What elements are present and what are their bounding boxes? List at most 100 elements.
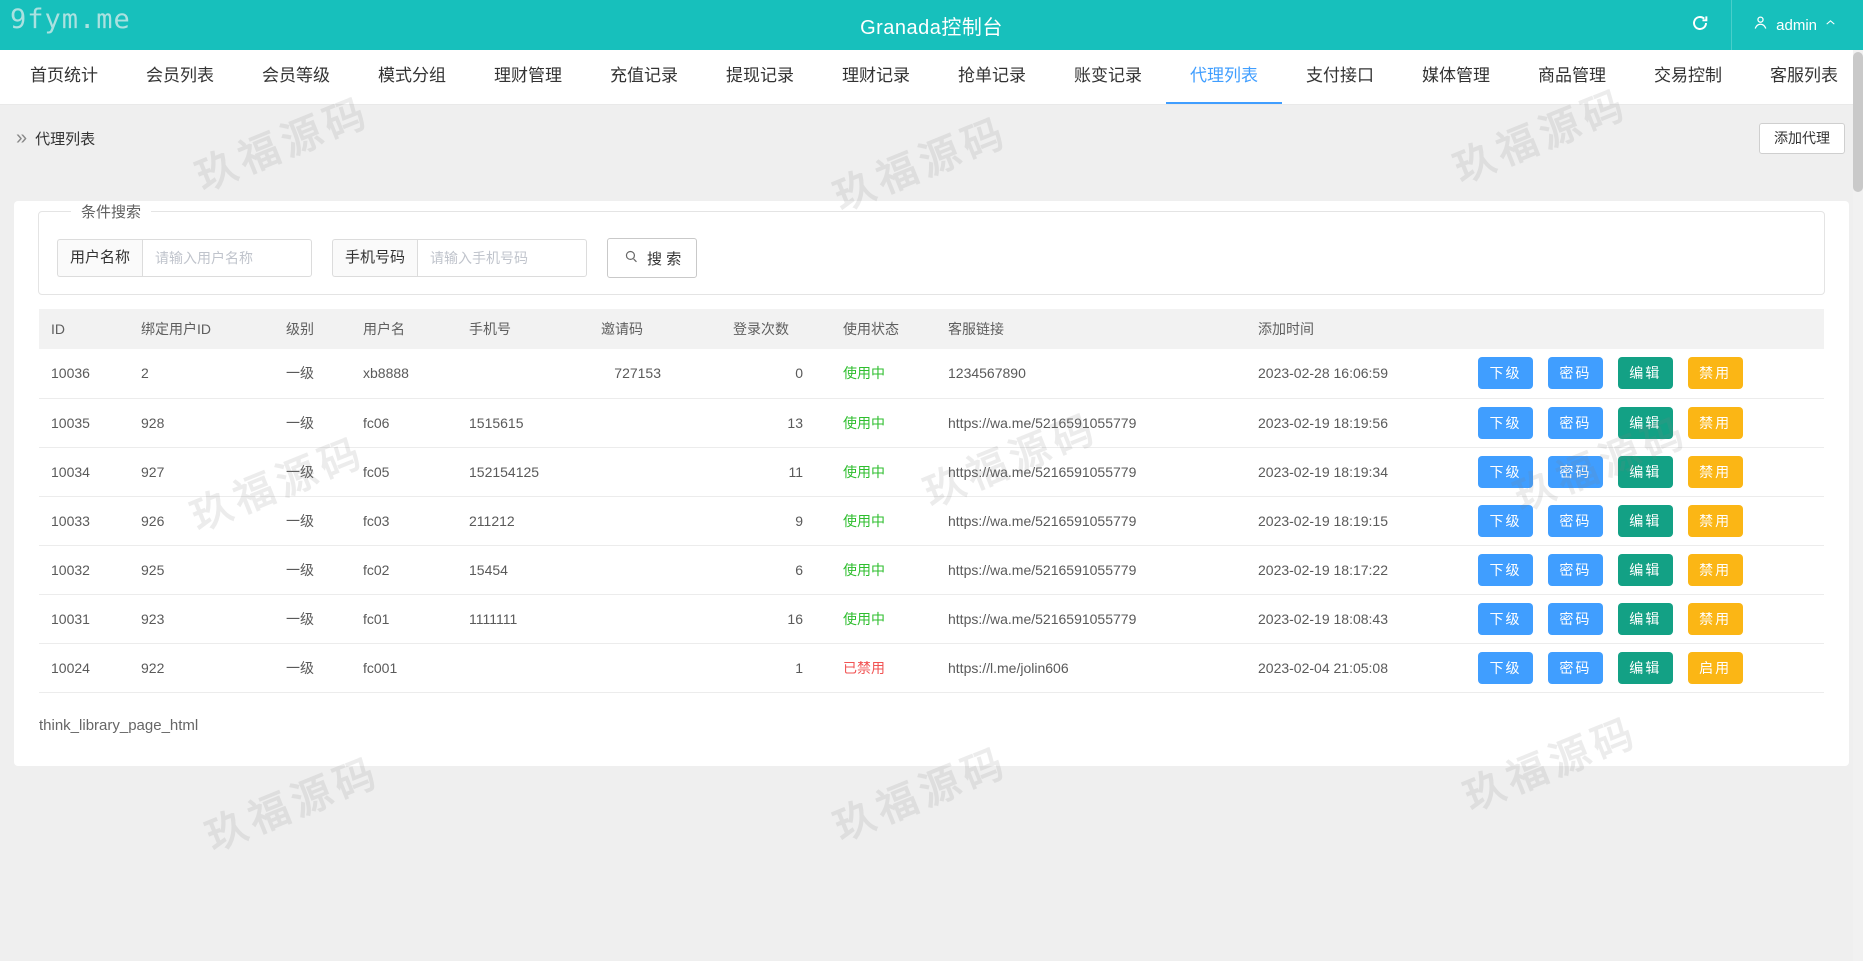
cell-created-at: 2023-02-04 21:05:08 (1246, 643, 1466, 692)
nav-tab-12[interactable]: 支付接口 (1282, 50, 1398, 104)
table-row: 10035 928 一级 fc06 1515615 13 使用中 https:/… (39, 398, 1824, 447)
cell-phone (457, 349, 589, 398)
table-row: 10031 923 一级 fc01 1111111 16 使用中 https:/… (39, 594, 1824, 643)
edit-button[interactable]: 编辑 (1618, 505, 1673, 537)
password-button[interactable]: 密码 (1548, 603, 1603, 635)
nav-tab-3[interactable]: 会员等级 (238, 50, 354, 104)
main-card: 条件搜索 用户名称 手机号码 搜 索 (14, 201, 1849, 766)
nav-tab-10[interactable]: 账变记录 (1050, 50, 1166, 104)
password-button[interactable]: 密码 (1548, 456, 1603, 488)
cell-bind-user-id: 922 (129, 643, 274, 692)
cell-created-at: 2023-02-19 18:08:43 (1246, 594, 1466, 643)
nav-tabs: 首页统计会员列表会员等级模式分组理财管理充值记录提现记录理财记录抢单记录账变记录… (0, 50, 1863, 105)
phone-input[interactable] (417, 239, 587, 277)
toggle-status-button[interactable]: 启用 (1688, 652, 1743, 684)
column-header: 手机号 (457, 309, 589, 349)
agents-table-wrap: ID绑定用户ID级别用户名手机号邀请码登录次数使用状态客服链接添加时间 1003… (39, 309, 1824, 693)
scrollbar-thumb[interactable] (1853, 52, 1863, 192)
sub-agent-button[interactable]: 下级 (1478, 407, 1533, 439)
chevron-up-icon (1824, 16, 1837, 34)
cell-service-link: https://wa.me/5216591055779 (936, 496, 1246, 545)
toggle-status-button[interactable]: 禁用 (1688, 357, 1743, 389)
nav-tab-11[interactable]: 代理列表 (1166, 50, 1282, 104)
search-panel-legend: 条件搜索 (71, 201, 151, 222)
refresh-button[interactable] (1669, 0, 1731, 50)
nav-tab-15[interactable]: 交易控制 (1630, 50, 1746, 104)
refresh-icon (1691, 14, 1709, 37)
column-header (1466, 309, 1824, 349)
cell-actions: 下级 密码 编辑 禁用 (1466, 496, 1824, 545)
column-header: 使用状态 (831, 309, 936, 349)
sub-agent-button[interactable]: 下级 (1478, 505, 1533, 537)
nav-tab-7[interactable]: 提现记录 (702, 50, 818, 104)
scrollbar[interactable] (1853, 50, 1863, 961)
toggle-status-button[interactable]: 禁用 (1688, 603, 1743, 635)
cell-invite-code: 727153 (589, 349, 721, 398)
cell-login-count: 13 (721, 398, 831, 447)
nav-tab-6[interactable]: 充值记录 (586, 50, 702, 104)
edit-button[interactable]: 编辑 (1618, 652, 1673, 684)
edit-button[interactable]: 编辑 (1618, 554, 1673, 586)
cell-bind-user-id: 925 (129, 545, 274, 594)
nav-tab-14[interactable]: 商品管理 (1514, 50, 1630, 104)
nav-tab-5[interactable]: 理财管理 (470, 50, 586, 104)
nav-tab-13[interactable]: 媒体管理 (1398, 50, 1514, 104)
status-badge: 使用中 (831, 349, 936, 398)
password-button[interactable]: 密码 (1548, 505, 1603, 537)
cell-bind-user-id: 923 (129, 594, 274, 643)
password-button[interactable]: 密码 (1548, 554, 1603, 586)
cell-phone: 1515615 (457, 398, 589, 447)
sub-agent-button[interactable]: 下级 (1478, 554, 1533, 586)
status-badge: 使用中 (831, 496, 936, 545)
edit-button[interactable]: 编辑 (1618, 357, 1673, 389)
toggle-status-button[interactable]: 禁用 (1688, 407, 1743, 439)
password-button[interactable]: 密码 (1548, 357, 1603, 389)
agents-table: ID绑定用户ID级别用户名手机号邀请码登录次数使用状态客服链接添加时间 1003… (39, 309, 1824, 693)
sub-agent-button[interactable]: 下级 (1478, 357, 1533, 389)
sub-agent-button[interactable]: 下级 (1478, 603, 1533, 635)
add-agent-button[interactable]: 添加代理 (1759, 123, 1845, 154)
edit-button[interactable]: 编辑 (1618, 603, 1673, 635)
password-button[interactable]: 密码 (1548, 652, 1603, 684)
nav-tab-16[interactable]: 客服列表 (1746, 50, 1862, 104)
cell-invite-code (589, 496, 721, 545)
nav-tab-8[interactable]: 理财记录 (818, 50, 934, 104)
nav-tab-9[interactable]: 抢单记录 (934, 50, 1050, 104)
cell-level: 一级 (274, 496, 351, 545)
cell-created-at: 2023-02-19 18:19:15 (1246, 496, 1466, 545)
toggle-status-button[interactable]: 禁用 (1688, 505, 1743, 537)
cell-id: 10034 (39, 447, 129, 496)
sub-agent-button[interactable]: 下级 (1478, 652, 1533, 684)
username-field-label: 用户名称 (57, 239, 142, 277)
cell-login-count: 11 (721, 447, 831, 496)
cell-invite-code (589, 545, 721, 594)
table-row: 10033 926 一级 fc03 211212 9 使用中 https://w… (39, 496, 1824, 545)
cell-actions: 下级 密码 编辑 启用 (1466, 643, 1824, 692)
cell-phone: 152154125 (457, 447, 589, 496)
cell-id: 10031 (39, 594, 129, 643)
nav-tab-1[interactable]: 首页统计 (6, 50, 122, 104)
sub-agent-button[interactable]: 下级 (1478, 456, 1533, 488)
password-button[interactable]: 密码 (1548, 407, 1603, 439)
edit-button[interactable]: 编辑 (1618, 456, 1673, 488)
cell-login-count: 9 (721, 496, 831, 545)
cell-created-at: 2023-02-28 16:06:59 (1246, 349, 1466, 398)
cell-id: 10033 (39, 496, 129, 545)
user-icon (1752, 14, 1769, 36)
cell-login-count: 1 (721, 643, 831, 692)
cell-actions: 下级 密码 编辑 禁用 (1466, 398, 1824, 447)
toggle-status-button[interactable]: 禁用 (1688, 554, 1743, 586)
cell-level: 一级 (274, 545, 351, 594)
cell-username: fc02 (351, 545, 457, 594)
nav-tab-2[interactable]: 会员列表 (122, 50, 238, 104)
user-menu[interactable]: admin (1732, 0, 1863, 50)
username-input[interactable] (142, 239, 312, 277)
breadcrumb: 代理列表 (35, 128, 95, 149)
nav-tab-4[interactable]: 模式分组 (354, 50, 470, 104)
cell-created-at: 2023-02-19 18:19:56 (1246, 398, 1466, 447)
edit-button[interactable]: 编辑 (1618, 407, 1673, 439)
toggle-status-button[interactable]: 禁用 (1688, 456, 1743, 488)
cell-actions: 下级 密码 编辑 禁用 (1466, 349, 1824, 398)
cell-service-link: https://wa.me/5216591055779 (936, 594, 1246, 643)
search-button[interactable]: 搜 索 (607, 238, 697, 278)
